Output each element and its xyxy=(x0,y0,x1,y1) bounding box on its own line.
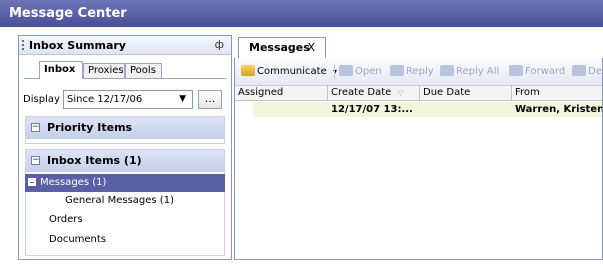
reply-icon xyxy=(390,65,404,76)
message-grid-header: Assigned Create Date ▽ Due Date From xyxy=(235,86,602,101)
toolbar-separator xyxy=(334,64,335,80)
cell-from: Warren, Kristen xyxy=(515,104,602,115)
messages-panel: Messages X Communicate ▾ Open Reply Repl… xyxy=(234,35,603,260)
tree-item-general-messages[interactable]: General Messages (1) xyxy=(25,192,225,210)
collapse-icon[interactable]: − xyxy=(31,123,40,132)
delete-label: Dele xyxy=(588,66,602,77)
tab-inbox[interactable]: Inbox xyxy=(39,61,83,79)
display-filter-value: Since 12/17/06 xyxy=(67,94,143,105)
communicate-label: Communicate xyxy=(257,66,327,77)
reply-all-label: Reply All xyxy=(456,66,500,77)
display-filter-select[interactable]: Since 12/17/06 ▼ xyxy=(63,90,193,109)
cell-create-date: 12/17/07 13:... xyxy=(331,104,413,115)
reply-label: Reply xyxy=(406,66,434,77)
pin-icon[interactable]: ф xyxy=(215,38,224,51)
inbox-summary-panel: Inbox Summary ф Inbox Proxies Pools Disp… xyxy=(18,35,232,260)
close-icon[interactable]: X xyxy=(307,41,315,54)
sort-descending-icon: ▽ xyxy=(397,88,404,97)
browse-button[interactable]: ... xyxy=(198,90,222,109)
communicate-button[interactable]: Communicate ▾ xyxy=(241,65,337,77)
priority-items-section: − Priority Items xyxy=(25,116,225,144)
panel-header: Inbox Summary ф xyxy=(19,36,231,55)
message-toolbar: Communicate ▾ Open Reply Reply All Forwa… xyxy=(235,58,602,86)
collapse-icon[interactable] xyxy=(28,178,36,186)
tab-pools[interactable]: Pools xyxy=(125,63,162,79)
open-label: Open xyxy=(355,66,382,77)
reply-button[interactable]: Reply xyxy=(390,65,434,77)
delete-button[interactable]: Dele xyxy=(572,65,602,77)
column-due-date[interactable]: Due Date xyxy=(420,86,512,101)
collapse-icon[interactable]: − xyxy=(31,156,40,165)
display-label: Display xyxy=(23,94,60,105)
reply-all-icon xyxy=(440,65,454,76)
window-title: Message Center xyxy=(0,0,603,27)
priority-items-header[interactable]: − Priority Items xyxy=(26,117,224,139)
forward-icon xyxy=(509,65,523,76)
column-create-date-label: Create Date xyxy=(331,87,392,98)
inbox-items-header[interactable]: − Inbox Items (1) xyxy=(26,150,224,172)
reply-all-button[interactable]: Reply All xyxy=(440,65,499,77)
column-from[interactable]: From xyxy=(512,86,602,101)
column-create-date[interactable]: Create Date ▽ xyxy=(328,86,420,101)
tab-messages-label: Messages xyxy=(249,41,310,54)
open-button[interactable]: Open xyxy=(339,65,382,77)
tab-proxies[interactable]: Proxies xyxy=(83,63,125,79)
panel-title: Inbox Summary xyxy=(29,39,126,52)
communicate-icon xyxy=(241,65,255,76)
column-assigned[interactable]: Assigned xyxy=(235,86,328,101)
tab-messages[interactable]: Messages X xyxy=(238,37,326,58)
inbox-items-label: Inbox Items (1) xyxy=(47,154,142,167)
grip-icon[interactable] xyxy=(22,40,24,51)
tree-item-orders[interactable]: Orders xyxy=(25,211,225,229)
dropdown-arrow-icon[interactable]: ▼ xyxy=(179,91,186,108)
tree-item-documents[interactable]: Documents xyxy=(25,231,225,249)
delete-icon xyxy=(572,65,586,76)
messages-body: Communicate ▾ Open Reply Reply All Forwa… xyxy=(234,58,603,260)
tree-item-messages[interactable]: Messages (1) xyxy=(25,174,225,192)
priority-items-label: Priority Items xyxy=(47,121,133,134)
tree-item-label: Messages (1) xyxy=(40,177,107,188)
forward-button[interactable]: Forward xyxy=(509,65,565,77)
table-row[interactable]: 12/17/07 13:... Warren, Kristen xyxy=(253,102,602,117)
forward-label: Forward xyxy=(525,66,566,77)
open-folder-icon xyxy=(339,65,353,76)
